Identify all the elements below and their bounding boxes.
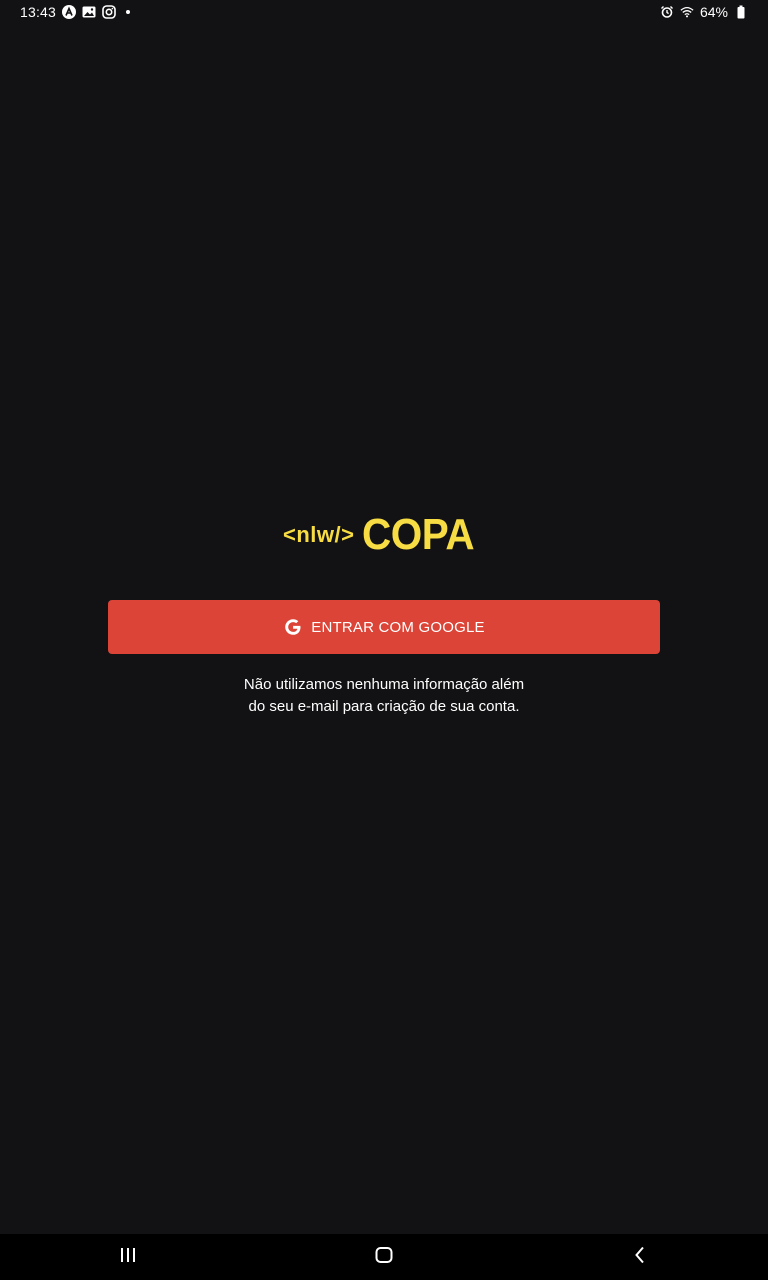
google-icon bbox=[283, 617, 303, 637]
navigation-bar bbox=[0, 1234, 768, 1280]
recents-button[interactable] bbox=[98, 1234, 158, 1280]
disclaimer-line-1: Não utilizamos nenhuma informação além bbox=[243, 676, 525, 693]
notification-dot bbox=[126, 10, 131, 14]
google-signin-button[interactable]: ENTRAR COM GOOGLE bbox=[108, 600, 660, 654]
logo-brand-text: COPA bbox=[362, 510, 475, 559]
logo-code-text: <nlw/> bbox=[283, 522, 355, 547]
status-right: 64% bbox=[660, 4, 748, 20]
status-left: 13:43 bbox=[20, 4, 131, 20]
app-logo: <nlw/> COPA bbox=[283, 512, 487, 558]
a-circle-icon bbox=[62, 5, 77, 19]
home-icon bbox=[375, 1246, 393, 1269]
privacy-disclaimer: Não utilizamos nenhuma informação além d… bbox=[160, 674, 608, 718]
alarm-icon bbox=[660, 5, 674, 19]
wifi-icon bbox=[680, 5, 694, 19]
status-bar: 13:43 64% bbox=[0, 0, 768, 24]
back-button[interactable] bbox=[610, 1234, 670, 1280]
disclaimer-line-2: do seu e-mail para criação de sua conta. bbox=[248, 698, 520, 715]
home-button[interactable] bbox=[354, 1234, 414, 1280]
battery-icon bbox=[734, 5, 748, 19]
back-icon bbox=[634, 1246, 646, 1269]
instagram-icon bbox=[102, 5, 116, 19]
image-icon bbox=[82, 5, 96, 19]
recents-icon bbox=[119, 1247, 137, 1268]
battery-percentage: 64% bbox=[699, 4, 728, 20]
google-signin-label: ENTRAR COM GOOGLE bbox=[311, 618, 485, 636]
status-time: 13:43 bbox=[20, 4, 57, 20]
